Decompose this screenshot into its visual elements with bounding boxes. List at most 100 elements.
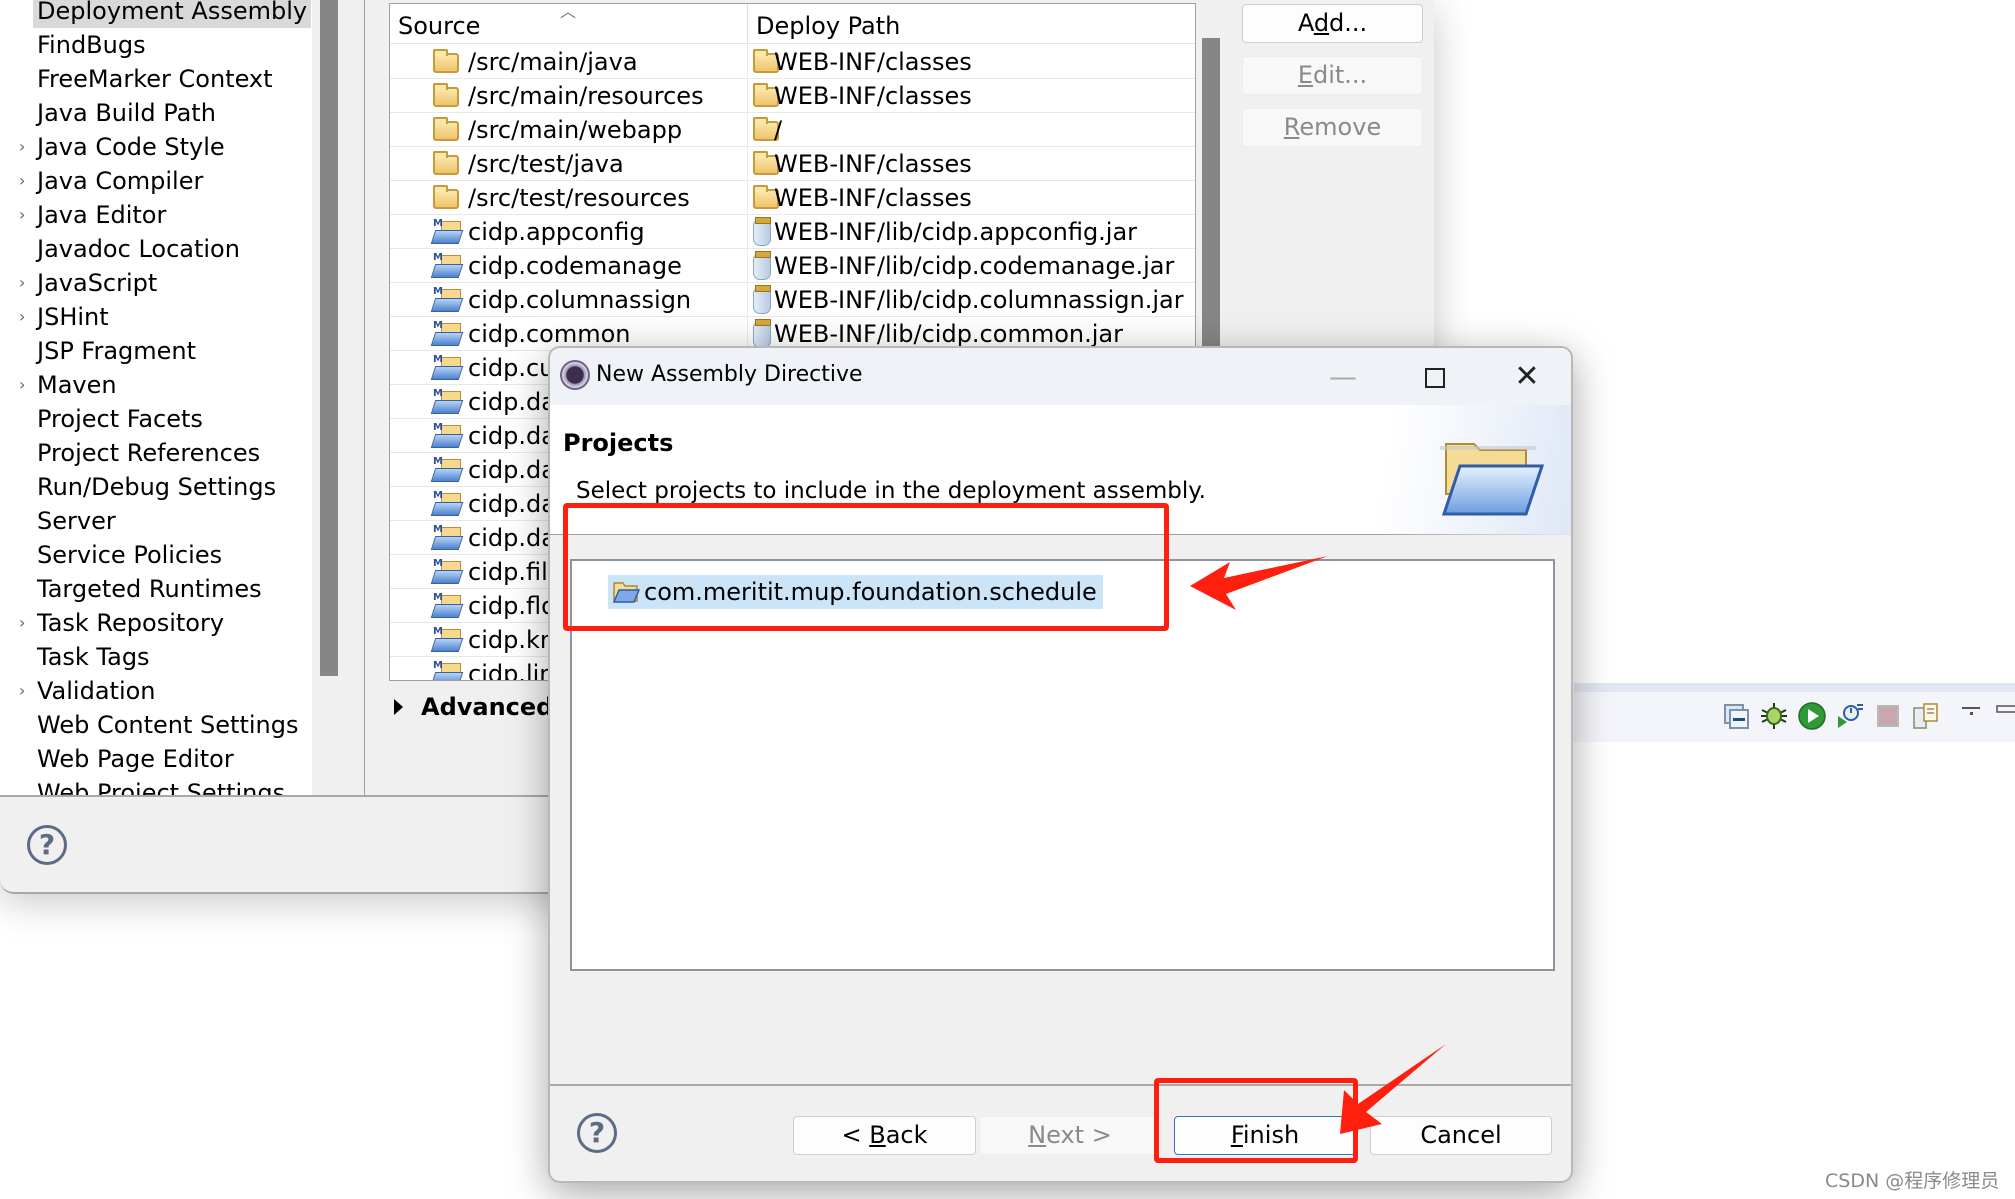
table-row[interactable]: /src/test/java WEB-INF/classes (390, 147, 1195, 181)
table-row[interactable]: /src/main/resources WEB-INF/classes (390, 79, 1195, 113)
expand-triangle-icon (394, 699, 403, 715)
table-row[interactable]: Mcidp.codemanage WEB-INF/lib/cidp.codeman… (390, 249, 1195, 283)
dialog-title-bar[interactable]: New Assembly Directive — ✕ (550, 348, 1571, 405)
sidebar-item-label: Maven (37, 371, 117, 399)
debug-icon[interactable] (1760, 702, 1788, 730)
sidebar-item[interactable]: Java Build Path (0, 96, 312, 130)
sidebar-scrollbar-thumb[interactable] (320, 0, 338, 676)
back-button[interactable]: < Back (793, 1116, 976, 1155)
sidebar-item[interactable]: Web Project Settings (0, 776, 312, 795)
deploy-path-cell: WEB-INF/lib/cidp.codemanage.jar (774, 252, 1175, 280)
sort-ascending-icon: ︿ (560, 3, 577, 21)
sidebar-item[interactable]: FreeMarker Context (0, 62, 312, 96)
remove-button[interactable]: Remove (1242, 108, 1423, 147)
button-label: A (1297, 9, 1314, 37)
source-cell: cidp.da (468, 490, 556, 518)
sidebar-item-label: Web Page Editor (37, 745, 234, 773)
sidebar-item-label: Service Policies (37, 541, 223, 569)
column-header-deploy-path[interactable]: Deploy Path (748, 4, 1188, 44)
column-header-label: Deploy Path (756, 12, 901, 40)
profile-icon[interactable] (1836, 702, 1864, 730)
sidebar-item-label: Server (37, 507, 116, 535)
sidebar-item[interactable]: › Java Code Style (0, 130, 312, 164)
chevron-right-icon[interactable]: › (19, 130, 33, 164)
button-label: ack (885, 1121, 928, 1149)
chevron-right-icon[interactable]: › (19, 164, 33, 198)
sidebar-item[interactable]: › Java Compiler (0, 164, 312, 198)
chevron-right-icon[interactable]: › (19, 300, 33, 334)
minimize-button[interactable]: — (1298, 348, 1388, 405)
chevron-right-icon[interactable]: › (19, 368, 33, 402)
sidebar-item-label: Deployment Assembly (33, 0, 312, 28)
sidebar-item[interactable]: Service Policies (0, 538, 312, 572)
sidebar-item[interactable]: › Task Repository (0, 606, 312, 640)
sidebar-item-label: Web Content Settings (37, 711, 299, 739)
column-header-label: Source (398, 12, 481, 40)
button-label: d... (1329, 9, 1368, 37)
chevron-right-icon[interactable]: › (19, 198, 33, 232)
deploy-path-cell: WEB-INF/classes (774, 184, 972, 212)
sidebar-item[interactable]: Deployment Assembly (0, 0, 312, 28)
edit-button[interactable]: Edit... (1242, 56, 1423, 95)
folder-icon (433, 151, 459, 175)
collapse-all-icon[interactable] (1722, 702, 1750, 730)
button-label: emove (1299, 113, 1382, 141)
run-icon[interactable] (1798, 702, 1826, 730)
chevron-right-icon[interactable]: › (19, 674, 33, 708)
close-button[interactable]: ✕ (1482, 348, 1571, 405)
column-divider (747, 147, 748, 181)
sidebar-item[interactable]: › Validation (0, 674, 312, 708)
sidebar-item[interactable]: › Java Editor (0, 198, 312, 232)
annotation-highlight-finish (1154, 1078, 1358, 1163)
folder-icon (433, 83, 459, 107)
sidebar-item[interactable]: Project Facets (0, 402, 312, 436)
annotation-highlight-project (563, 503, 1169, 631)
source-cell: /src/test/resources (468, 184, 690, 212)
table-row[interactable]: Mcidp.columnassign WEB-INF/lib/cidp.colum… (390, 283, 1195, 317)
sidebar-item[interactable]: JSP Fragment (0, 334, 312, 368)
sidebar-item[interactable]: Task Tags (0, 640, 312, 674)
sidebar-item[interactable]: Project References (0, 436, 312, 470)
table-row[interactable]: /src/test/resources WEB-INF/classes (390, 181, 1195, 215)
sidebar-item[interactable]: › JavaScript (0, 266, 312, 300)
sidebar-item[interactable]: › Maven (0, 368, 312, 402)
sidebar-item[interactable]: Web Content Settings (0, 708, 312, 742)
button-label: < (841, 1121, 870, 1149)
advanced-section-toggle[interactable]: Advanced (394, 690, 553, 724)
sidebar-item[interactable]: › JSHint (0, 300, 312, 334)
sidebar-item[interactable]: Run/Debug Settings (0, 470, 312, 504)
maven-project-icon: M (430, 287, 464, 313)
source-cell: /src/main/resources (468, 82, 704, 110)
column-divider (747, 45, 748, 79)
next-button[interactable]: Next > (979, 1116, 1161, 1155)
help-icon[interactable]: ? (27, 825, 67, 865)
chevron-right-icon[interactable]: › (19, 606, 33, 640)
minimize-icon[interactable] (1995, 702, 2015, 730)
source-cell: cidp.columnassign (468, 286, 692, 314)
advanced-label: Advanced (421, 693, 554, 721)
sidebar-item[interactable]: Targeted Runtimes (0, 572, 312, 606)
source-cell: cidp.da (468, 422, 556, 450)
sidebar-item[interactable]: Server (0, 504, 312, 538)
maven-project-icon: M (430, 389, 464, 415)
stop-icon[interactable] (1874, 702, 1902, 730)
help-icon[interactable]: ? (577, 1113, 617, 1153)
table-row[interactable]: /src/main/webapp / (390, 113, 1195, 147)
source-cell: cidp.appconfig (468, 218, 645, 246)
sidebar-item[interactable]: FindBugs (0, 28, 312, 62)
maximize-button[interactable] (1390, 348, 1480, 405)
sidebar-item-label: Task Repository (37, 609, 225, 637)
sidebar-item[interactable]: Javadoc Location (0, 232, 312, 266)
minimize-icon: — (1329, 360, 1357, 393)
copy-icon[interactable] (1912, 702, 1940, 730)
chevron-right-icon[interactable]: › (19, 266, 33, 300)
source-cell: cidp.da (468, 388, 556, 416)
table-row[interactable]: Mcidp.appconfig WEB-INF/lib/cidp.appconfi… (390, 215, 1195, 249)
sash-divider[interactable] (364, 0, 365, 795)
table-row[interactable]: /src/main/java WEB-INF/classes (390, 45, 1195, 79)
add-button[interactable]: Add... (1242, 4, 1423, 43)
source-cell: cidp.codemanage (468, 252, 682, 280)
sidebar-item[interactable]: Web Page Editor (0, 742, 312, 776)
dialog-title: New Assembly Directive (596, 362, 863, 387)
view-menu-icon[interactable] (1958, 702, 1986, 730)
